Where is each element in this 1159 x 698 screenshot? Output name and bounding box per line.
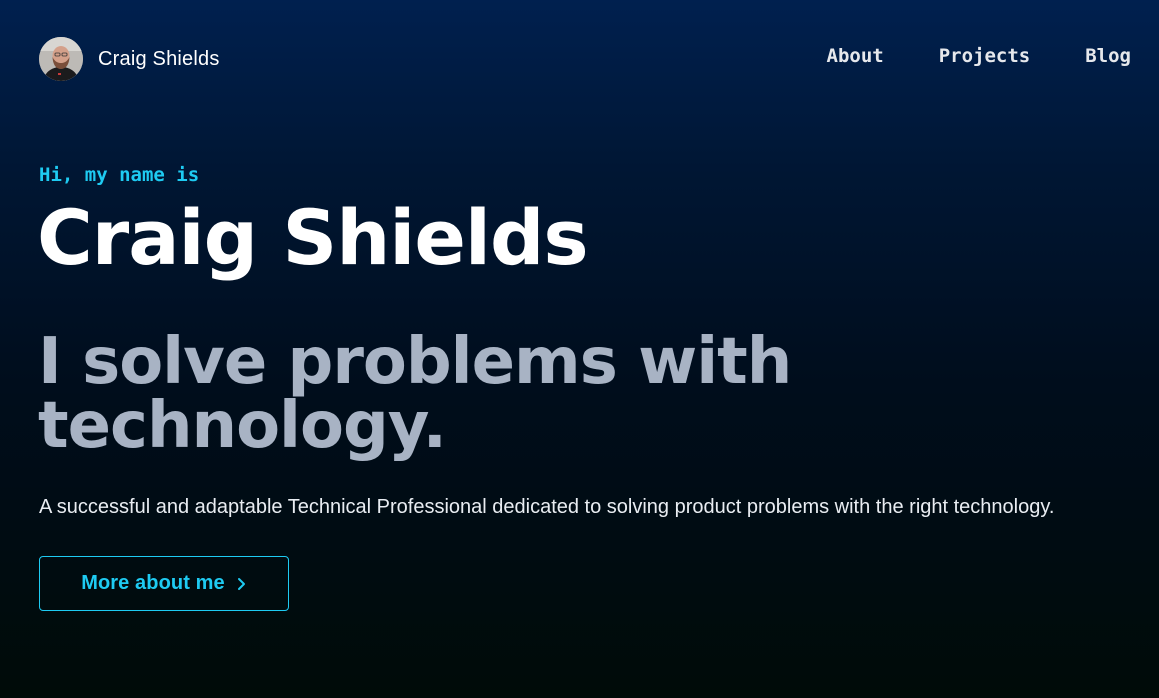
home-link[interactable]: Craig Shields	[39, 37, 220, 81]
more-about-me-button[interactable]: More about me	[39, 556, 289, 611]
nav-link-blog[interactable]: Blog	[1085, 45, 1131, 67]
more-about-me-label: More about me	[81, 572, 225, 594]
nav-link-about[interactable]: About	[827, 45, 884, 67]
site-header: Craig Shields About Projects Blog	[0, 0, 1159, 116]
hero-tagline: I solve problems with technology.	[38, 325, 792, 463]
chevron-right-icon	[237, 577, 247, 591]
nav-link-projects[interactable]: Projects	[939, 45, 1031, 67]
hero-name: Craig Shields	[37, 193, 589, 282]
main-nav: About Projects Blog	[827, 45, 1131, 67]
hero-summary: A successful and adaptable Technical Pro…	[39, 496, 1055, 518]
brand-name: Craig Shields	[98, 47, 220, 70]
avatar	[39, 37, 83, 81]
hero-intro: Hi, my name is	[39, 164, 200, 186]
